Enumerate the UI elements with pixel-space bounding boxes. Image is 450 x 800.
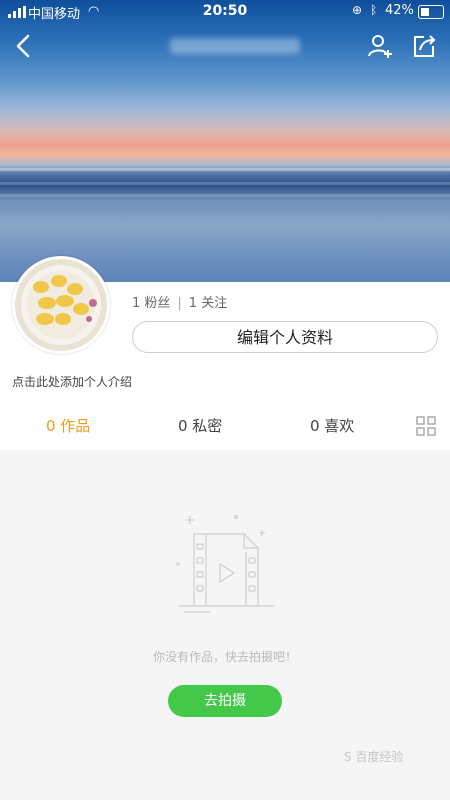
clock: 20:50 bbox=[202, 3, 248, 19]
content-tabs: 0 作品 0 私密 0 喜欢 bbox=[0, 404, 450, 448]
share-icon[interactable] bbox=[410, 32, 438, 60]
following-count[interactable]: 1 关注 bbox=[189, 296, 227, 311]
status-bar: 中国移动 ◠ 20:50 ⊕ ᛒ 42% bbox=[0, 0, 450, 24]
video-file-icon bbox=[176, 514, 274, 613]
nav-title-blurred bbox=[170, 38, 300, 54]
tab-works[interactable]: 0 作品 bbox=[46, 404, 90, 448]
rotation-lock-icon: ⊕ bbox=[352, 3, 363, 17]
battery-icon bbox=[418, 5, 444, 19]
followers-count[interactable]: 1 粉丝 bbox=[132, 296, 170, 311]
stats-divider: | bbox=[177, 296, 182, 311]
battery-percent: 42% bbox=[385, 3, 414, 18]
tab-private[interactable]: 0 私密 bbox=[178, 404, 222, 448]
avatar-image bbox=[21, 265, 101, 345]
empty-message: 你没有作品，快去拍摄吧！ bbox=[152, 650, 297, 664]
bluetooth-icon: ᛒ bbox=[370, 3, 378, 17]
go-shoot-button[interactable]: 去拍摄 bbox=[168, 685, 282, 717]
bio-placeholder[interactable]: 点击此处添加个人介绍 bbox=[12, 373, 132, 390]
grid-view-icon[interactable] bbox=[416, 416, 436, 436]
add-user-icon[interactable] bbox=[366, 32, 394, 60]
watermark: S 百度经验 bbox=[344, 750, 404, 764]
tab-likes[interactable]: 0 喜欢 bbox=[310, 404, 354, 448]
battery-level bbox=[421, 8, 429, 16]
avatar[interactable] bbox=[12, 256, 110, 354]
back-icon[interactable] bbox=[10, 32, 38, 60]
follow-stats: 1 粉丝 | 1 关注 bbox=[132, 292, 227, 311]
edit-profile-button[interactable]: 编辑个人资料 bbox=[132, 321, 438, 353]
